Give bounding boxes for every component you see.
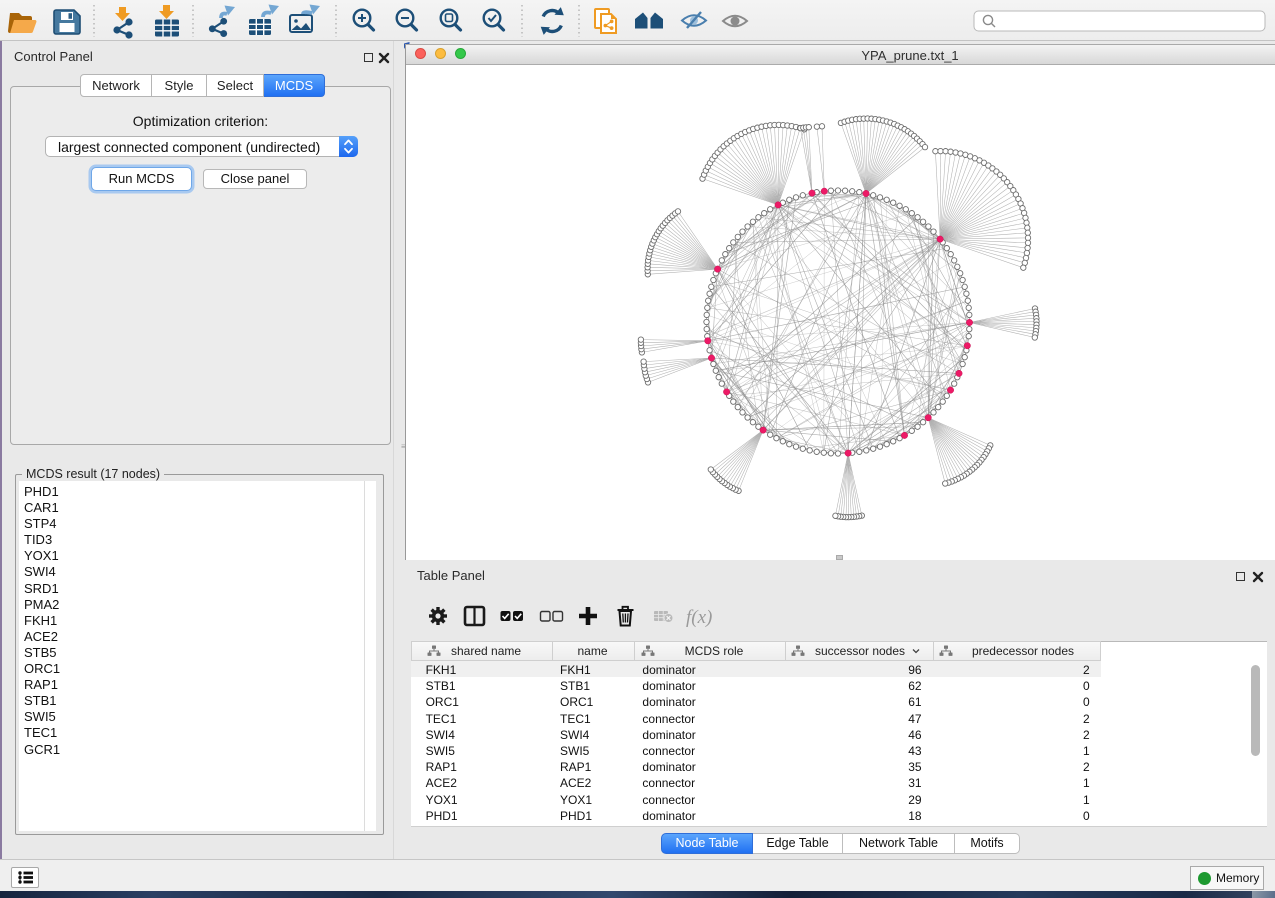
svg-text:f(x): f(x)	[686, 607, 712, 628]
